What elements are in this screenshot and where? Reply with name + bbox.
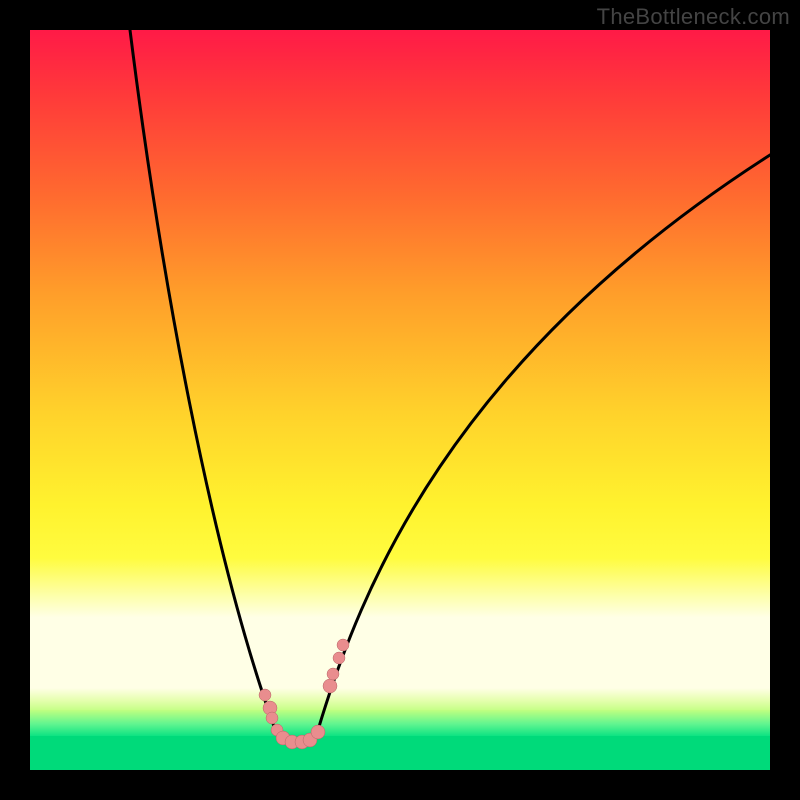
data-point bbox=[311, 725, 325, 739]
data-point bbox=[266, 712, 278, 724]
data-points bbox=[259, 639, 349, 749]
watermark-text: TheBottleneck.com bbox=[597, 4, 790, 30]
data-point bbox=[327, 668, 339, 680]
data-point bbox=[259, 689, 271, 701]
data-point bbox=[333, 652, 345, 664]
data-point bbox=[337, 639, 349, 651]
chart-frame: TheBottleneck.com bbox=[0, 0, 800, 800]
curve-layer bbox=[30, 30, 770, 770]
plot-area bbox=[30, 30, 770, 770]
data-point bbox=[323, 679, 337, 693]
bottleneck-curve bbox=[130, 30, 770, 742]
